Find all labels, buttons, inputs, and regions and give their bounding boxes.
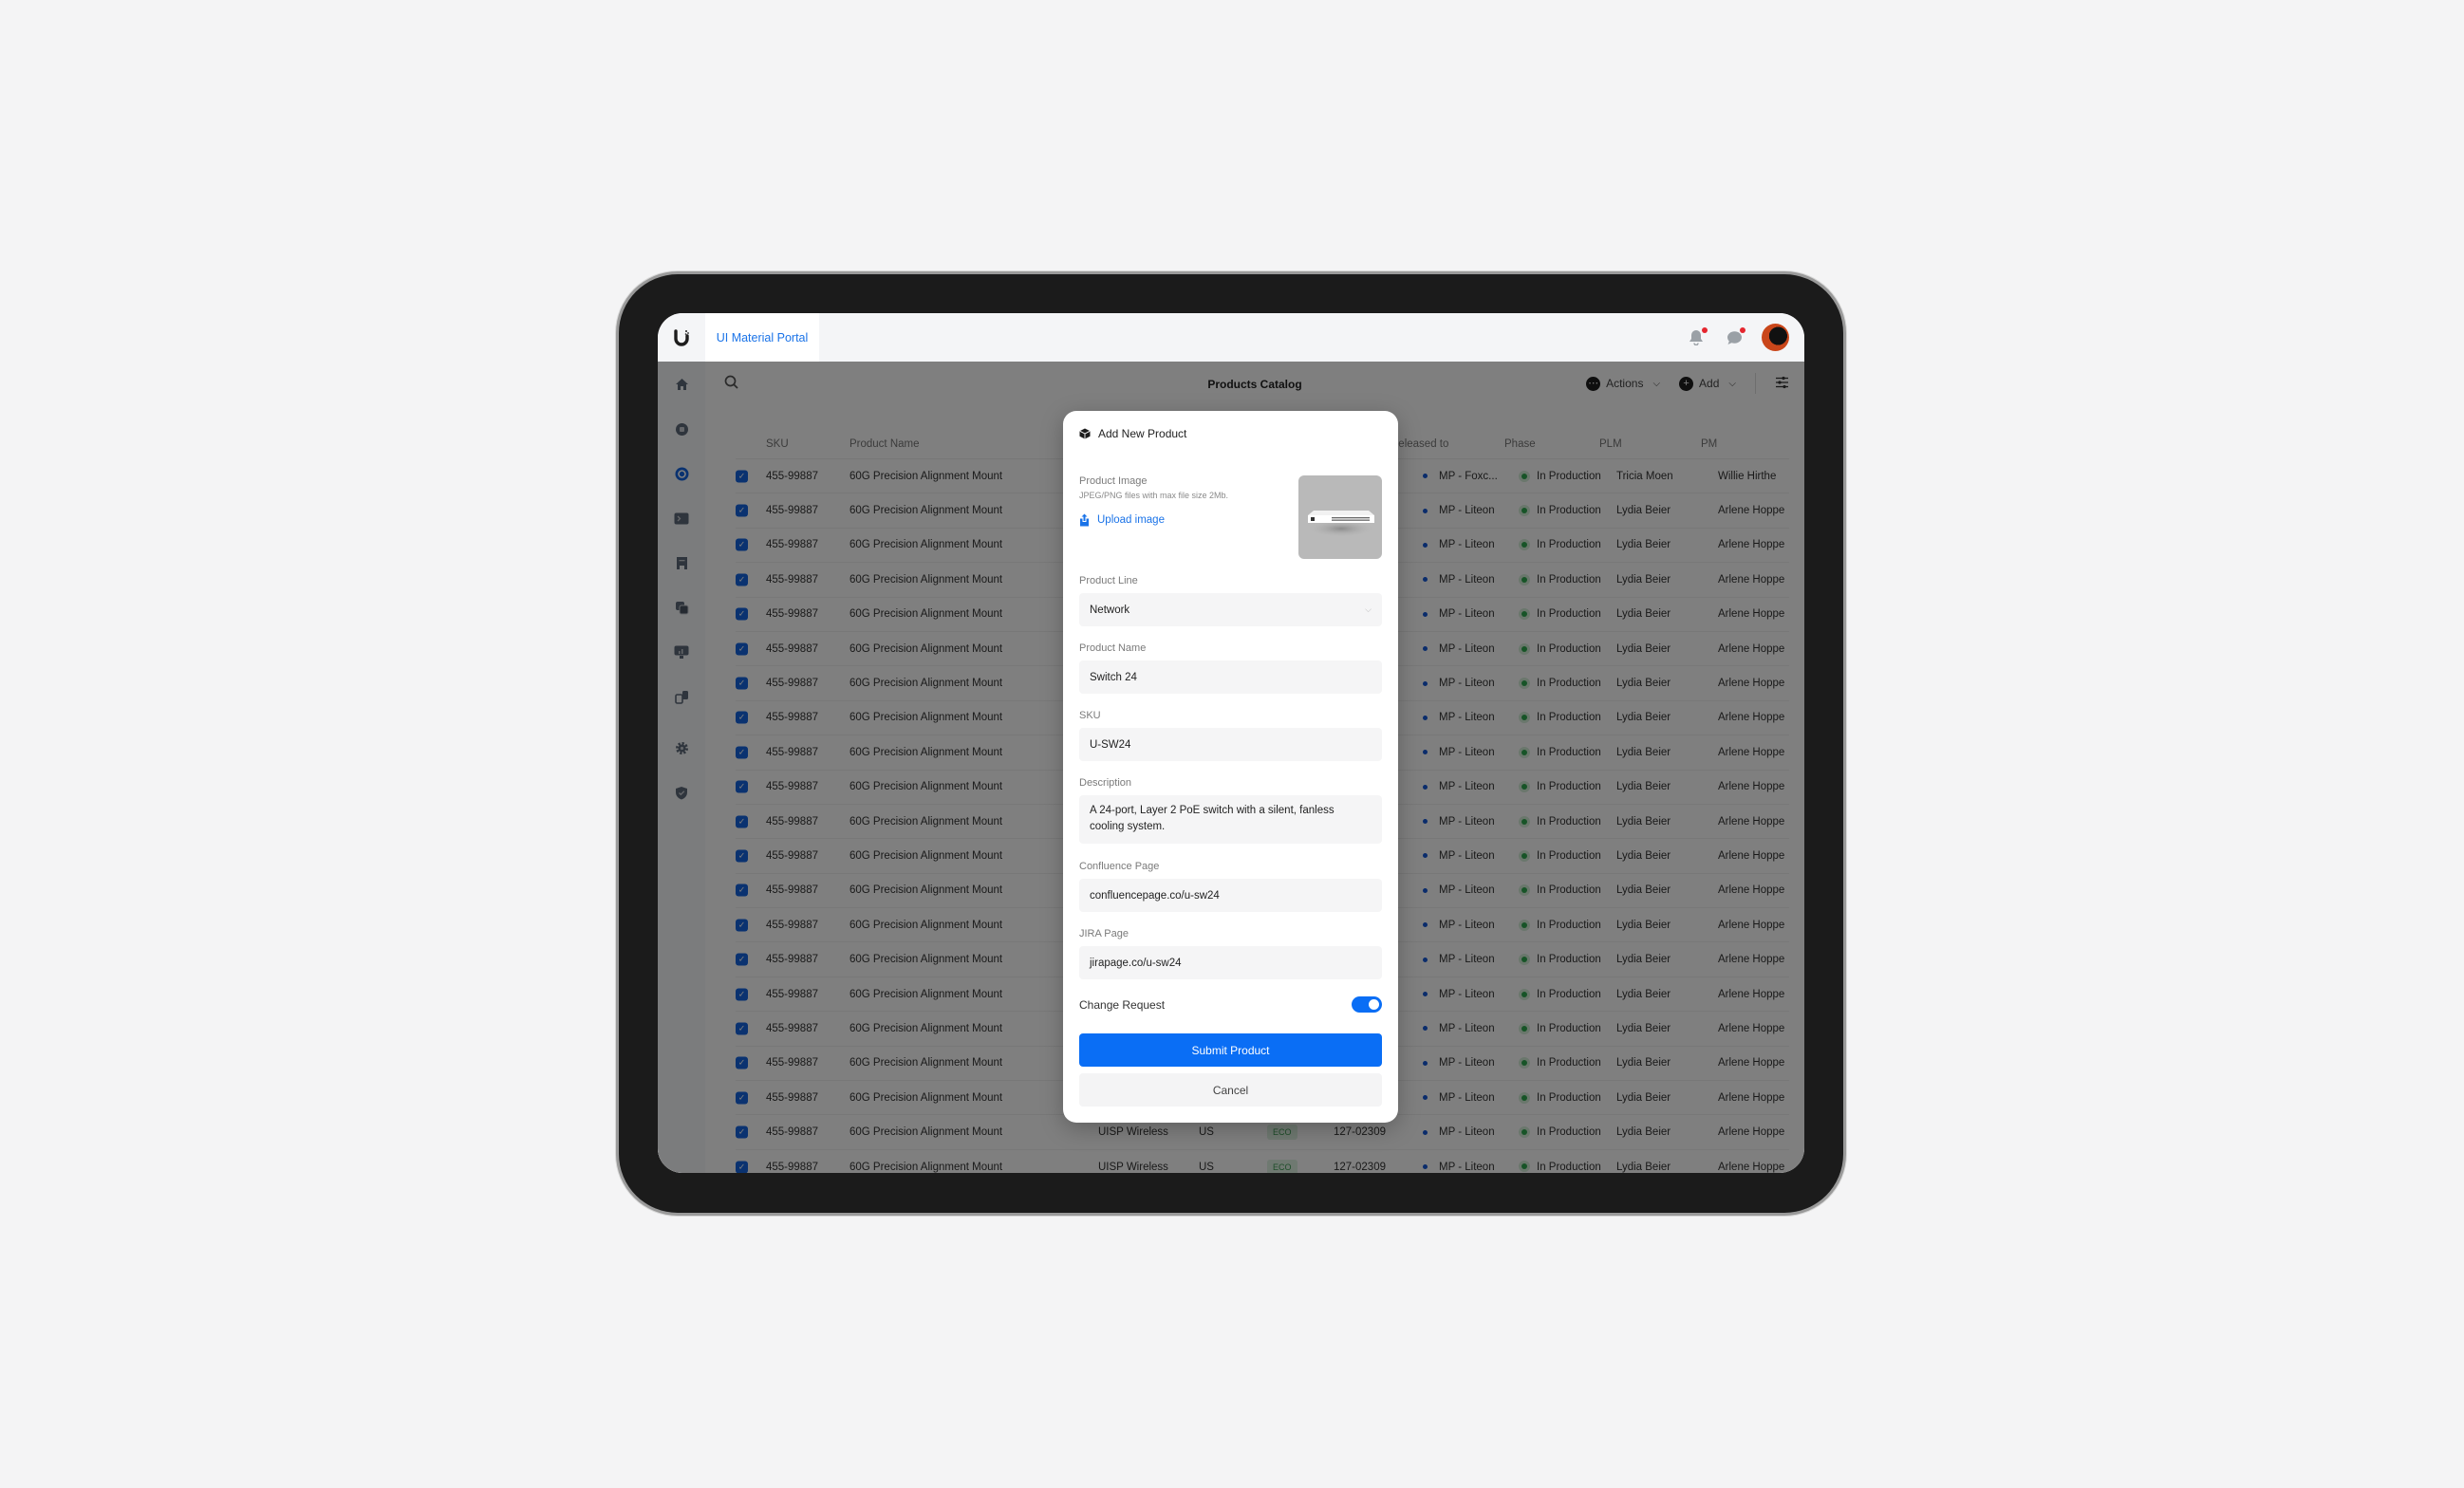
change-request-row: Change Request [1079, 996, 1382, 1013]
messages-button[interactable] [1724, 326, 1745, 348]
toggle-knob [1369, 999, 1379, 1010]
product-line-select[interactable]: Network ⌵ [1079, 593, 1382, 626]
ui-logo-icon[interactable] [658, 313, 705, 362]
tablet-frame: UI Material Portal Add New Product Produ… [619, 274, 1843, 1213]
cancel-button[interactable]: Cancel [1079, 1073, 1382, 1107]
user-avatar[interactable] [1762, 324, 1789, 351]
notifications-button[interactable] [1686, 326, 1708, 348]
confluence-label: Confluence Page [1079, 861, 1160, 872]
description-field: Description A 24-port, Layer 2 PoE switc… [1079, 777, 1382, 844]
product-line-value: Network [1090, 604, 1130, 616]
message-badge [1740, 326, 1745, 333]
product-image-preview [1298, 475, 1382, 559]
jira-input[interactable]: jirapage.co/u-sw24 [1079, 946, 1382, 979]
sku-field: SKU U-SW24 [1079, 710, 1382, 761]
change-request-label: Change Request [1079, 997, 1166, 1012]
screen: UI Material Portal Add New Product Produ… [658, 313, 1804, 1173]
product-image-label: Product Image [1079, 475, 1148, 487]
confluence-input[interactable]: confluencepage.co/u-sw24 [1079, 879, 1382, 912]
network-switch-image [1307, 511, 1375, 537]
sku-label: SKU [1079, 710, 1101, 721]
description-label: Description [1079, 777, 1132, 789]
product-line-field: Product Line Network ⌵ [1079, 575, 1382, 626]
upload-image-button[interactable]: Upload image [1079, 513, 1284, 527]
tab-ui-material-portal[interactable]: UI Material Portal [705, 313, 819, 362]
top-bar: UI Material Portal [658, 313, 1804, 362]
product-line-label: Product Line [1079, 575, 1138, 586]
modal-title: Add New Product [1098, 427, 1187, 440]
notification-badge [1702, 326, 1708, 333]
add-product-modal: Add New Product Product Image JPEG/PNG f… [1063, 411, 1398, 1123]
jira-label: JIRA Page [1079, 928, 1129, 939]
upload-icon [1080, 513, 1089, 527]
jira-field: JIRA Page jirapage.co/u-sw24 [1079, 928, 1382, 979]
product-name-label: Product Name [1079, 642, 1147, 654]
sku-input[interactable]: U-SW24 [1079, 728, 1382, 761]
product-name-field: Product Name Switch 24 [1079, 642, 1382, 694]
description-textarea[interactable]: A 24-port, Layer 2 PoE switch with a sil… [1079, 795, 1382, 844]
chevron-down-icon: ⌵ [1365, 604, 1372, 614]
product-name-input[interactable]: Switch 24 [1079, 660, 1382, 694]
upload-image-label: Upload image [1097, 514, 1165, 526]
submit-product-button[interactable]: Submit Product [1079, 1033, 1382, 1067]
confluence-field: Confluence Page confluencepage.co/u-sw24 [1079, 861, 1382, 912]
change-request-toggle[interactable] [1352, 996, 1382, 1013]
product-image-hint: JPEG/PNG files with max file size 2Mb. [1079, 491, 1229, 500]
cube-icon [1079, 428, 1091, 439]
